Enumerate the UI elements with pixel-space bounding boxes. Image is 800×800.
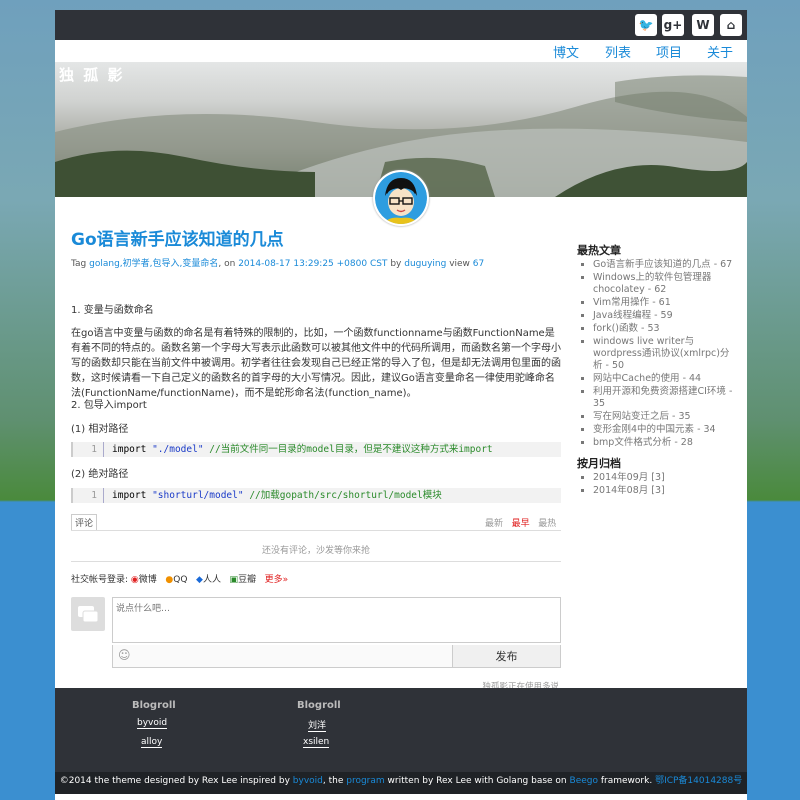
archive-heading: 按月归档 [577,457,621,470]
login-more[interactable]: 更多» [265,575,289,585]
subsection-heading: (2) 绝对路径 [71,469,129,480]
nav-list[interactable]: 列表 [605,42,631,61]
nav-about[interactable]: 关于 [707,42,733,61]
comment-sort: 最新 最早 最热 [485,516,556,529]
view-count: 67 [472,259,485,269]
login-renren[interactable]: 人人 [203,575,221,585]
main-nav: 博文 列表 项目 关于 [55,40,747,62]
code-comment: //加载gopath/src/shorturl/model模块 [249,490,442,501]
post-author[interactable]: duguying [404,259,446,269]
code-keyword: import [112,490,147,501]
line-number: 1 [73,488,104,503]
link-byvoid[interactable]: byvoid [293,776,323,786]
nav-projects[interactable]: 项目 [656,42,682,61]
on-label: , on [218,259,236,269]
code-keyword: import [112,444,147,455]
section-heading: 2. 包导入import [71,400,147,411]
code-string: "shorturl/model" [152,490,244,501]
code-string: "./model" [152,444,204,455]
blogroll-link-alloy[interactable]: alloy [141,737,163,748]
douban-icon: ▣ [229,575,239,585]
hot-post-item[interactable]: Windows上的软件包管理器chocolatey - 62 [593,272,737,296]
tag-label: Tag [71,259,87,269]
archive-list: 2014年09月 [3] 2014年08月 [3] [577,472,737,497]
post-meta: Tag golang,初学者,包导入,变量命名, on 2014-08-17 1… [71,256,484,269]
copyright-text: , the [322,776,344,786]
code-block: 1 import "shorturl/model" //加载gopath/src/… [71,488,561,503]
nav-posts[interactable]: 博文 [553,42,579,61]
site-logo[interactable]: 独 孤 影 [59,64,124,85]
weibo-icon: ◉ [130,575,139,585]
empty-comments: 还没有评论，沙发等你来抢 [261,546,370,556]
login-qq[interactable]: QQ [173,575,187,585]
hot-post-item[interactable]: 变形金刚4中的中国元素 - 34 [593,424,737,436]
sort-oldest[interactable]: 最早 [512,519,530,529]
copyright-text: ©2014 the theme designed by Rex Lee insp… [59,776,290,786]
top-bar: 🐦 g+ W ⌂ [55,10,747,40]
divider [71,561,561,562]
link-icp[interactable]: 鄂ICP备14014288号 [655,776,742,786]
paragraph: 在go语言中变量与函数的命名是有着特殊的限制的，比如，一个函数functionn… [71,328,561,399]
footer: Blogroll byvoid alloy Blogroll 刘洋 xsilen [55,688,747,772]
login-douban[interactable]: 豆瓣 [238,575,256,585]
comment-toolbar: ☺ 发布 [112,645,561,668]
post-date[interactable]: 2014-08-17 13:29:25 +0800 CST [238,259,387,269]
social-login: 社交帐号登录: ◉微博 ●QQ ◆人人 ▣豆瓣 更多» [71,572,288,585]
code-comment: //当前文件同一目录的model目录，但是不建议这种方式来import [209,444,493,455]
by-label: by [390,259,402,269]
comment-tab[interactable]: 评论 [71,514,98,531]
guest-avatar [71,597,105,631]
hot-posts-heading: 最热文章 [577,244,621,257]
social-login-label: 社交帐号登录: [71,575,129,585]
hot-post-item[interactable]: 网站中Cache的使用 - 44 [593,373,737,385]
archive-item[interactable]: 2014年09月 [3] [593,472,737,484]
hot-post-item[interactable]: fork()函数 - 53 [593,323,737,335]
blogroll-heading: Blogroll [132,700,176,711]
hot-post-item[interactable]: 写在网站变迁之后 - 35 [593,411,737,423]
divider [71,530,561,531]
page-wrapper: 🐦 g+ W ⌂ 博文 列表 项目 关于 独 孤 影 Go语言新手应该知道的几点… [55,10,747,800]
hot-post-item[interactable]: Go语言新手应该知道的几点 - 67 [593,259,737,271]
archive-item[interactable]: 2014年08月 [3] [593,485,737,497]
code-block: 1 import "./model" //当前文件同一目录的model目录，但是不… [71,442,561,457]
google-plus-icon[interactable]: g+ [662,14,684,36]
renren-icon: ◆ [196,575,203,585]
line-number: 1 [73,442,104,457]
author-avatar [373,170,429,226]
hot-post-item[interactable]: Vim常用操作 - 61 [593,297,737,309]
link-program[interactable]: program [346,776,384,786]
weibo-icon[interactable]: W [692,14,714,36]
view-label: view [449,259,470,269]
hot-post-item[interactable]: windows live writer与wordpress通讯协议(xmlrpc… [593,336,737,372]
hot-post-item[interactable]: bmp文件格式分析 - 28 [593,437,737,449]
login-weibo[interactable]: 微博 [139,575,157,585]
blogroll-link-xsilen[interactable]: xsilen [303,737,330,748]
copyright-text: framework. [600,776,653,786]
post-title[interactable]: Go语言新手应该知道的几点 [71,225,284,250]
blogroll-link-liuyang[interactable]: 刘洋 [308,718,327,732]
sidebar: 最热文章 Go语言新手应该知道的几点 - 67 Windows上的软件包管理器c… [577,242,737,498]
hot-post-item[interactable]: 利用开源和免费资源搭建CI环境 - 35 [593,386,737,410]
hot-post-item[interactable]: Java线程编程 - 59 [593,310,737,322]
sort-hottest[interactable]: 最热 [538,519,556,529]
comment-textarea[interactable] [112,597,561,643]
hot-posts-list: Go语言新手应该知道的几点 - 67 Windows上的软件包管理器chocol… [577,259,737,449]
emoji-icon[interactable]: ☺ [118,648,131,662]
tag-links[interactable]: golang,初学者,包导入,变量命名 [89,259,218,269]
sort-newest[interactable]: 最新 [485,519,503,529]
blogroll-heading: Blogroll [297,700,341,711]
blogroll-link-byvoid[interactable]: byvoid [137,718,168,729]
submit-comment-button[interactable]: 发布 [452,645,560,667]
copyright-bar: ©2014 the theme designed by Rex Lee insp… [55,772,747,794]
section-heading: 1. 变量与函数命名 [71,305,154,316]
copyright-text: written by Rex Lee with Golang base on [387,776,567,786]
subsection-heading: (1) 相对路径 [71,424,129,435]
github-icon[interactable]: ⌂ [720,14,742,36]
link-beego[interactable]: Beego [570,776,598,786]
twitter-icon[interactable]: 🐦 [635,14,657,36]
